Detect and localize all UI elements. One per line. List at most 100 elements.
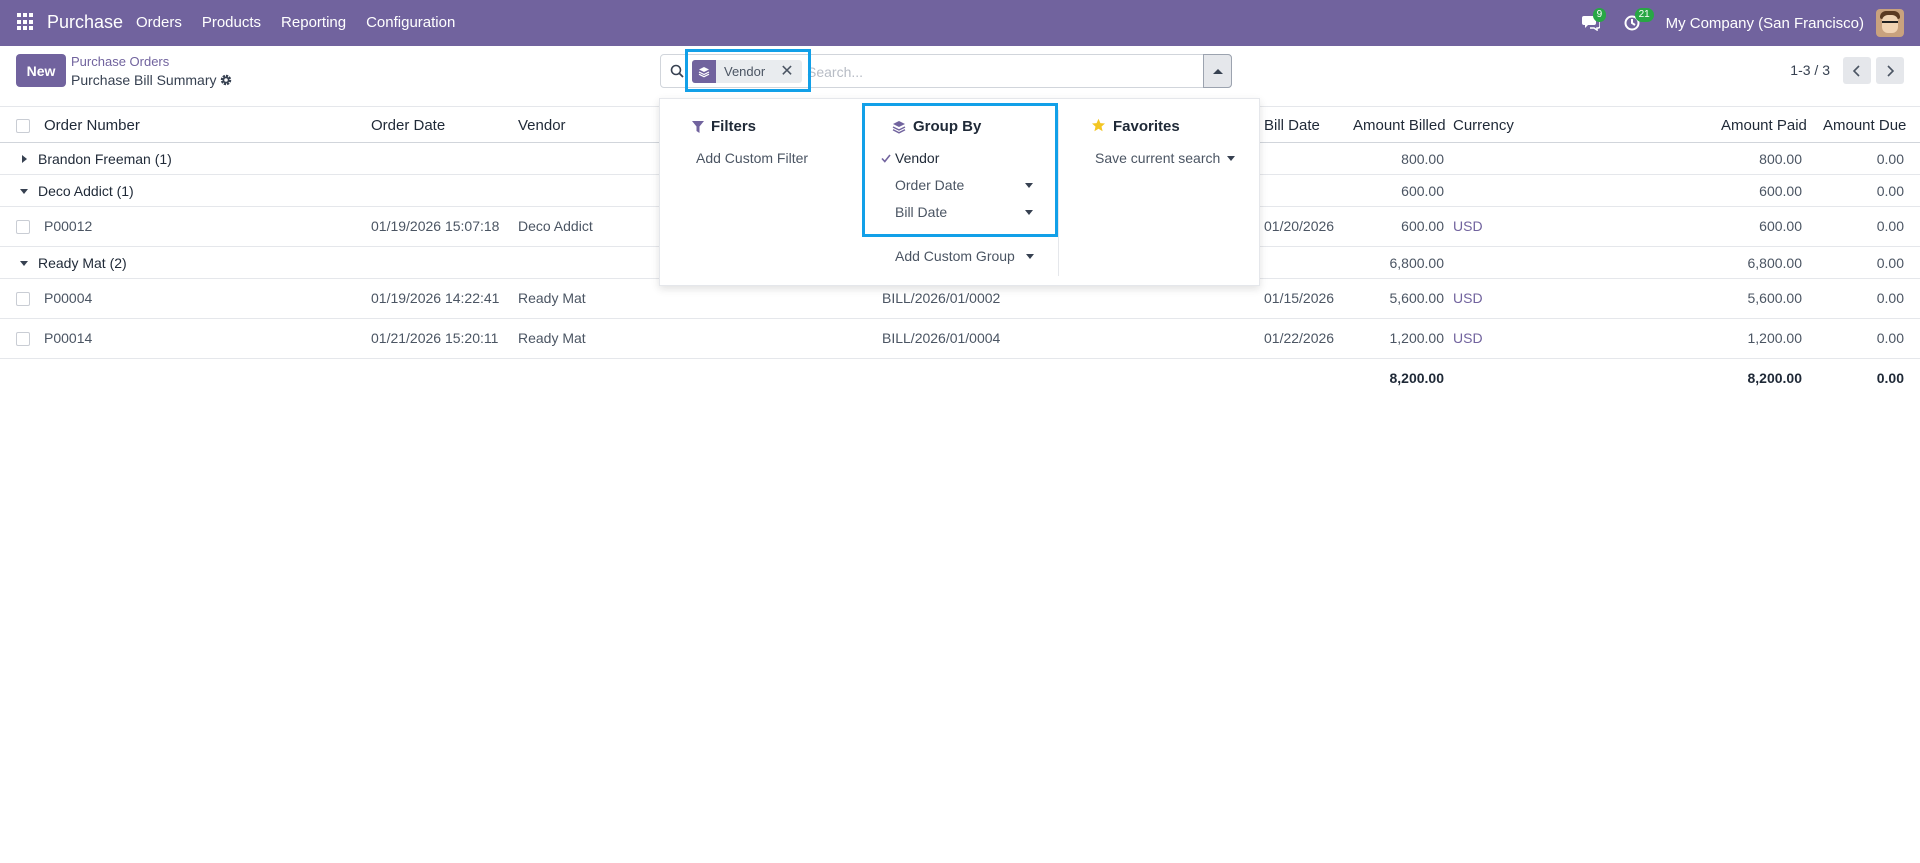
search-bar: Vendor ✕ bbox=[660, 54, 1232, 88]
cell-order-date: 01/19/2026 15:07:18 bbox=[371, 218, 500, 234]
column-amount-due[interactable]: Amount Due bbox=[1823, 117, 1906, 134]
column-order-date[interactable]: Order Date bbox=[371, 117, 445, 134]
cell-vendor: Deco Addict bbox=[518, 218, 593, 234]
row-checkbox[interactable] bbox=[16, 292, 30, 306]
main-menu: Orders Products Reporting Configuration bbox=[136, 14, 455, 31]
group-by-vendor[interactable]: Vendor bbox=[895, 150, 939, 166]
cell-vendor: Ready Mat bbox=[518, 330, 586, 346]
column-order-number[interactable]: Order Number bbox=[44, 117, 140, 134]
group-amount-paid: 6,800.00 bbox=[1747, 255, 1803, 271]
total-amount-billed: 8,200.00 bbox=[1389, 370, 1445, 386]
dropdown-divider bbox=[1058, 110, 1059, 276]
group-amount-due: 0.00 bbox=[1876, 151, 1904, 167]
group-by-order-date[interactable]: Order Date bbox=[895, 177, 964, 193]
column-amount-billed[interactable]: Amount Billed bbox=[1353, 117, 1446, 134]
chevron-down-icon[interactable] bbox=[1026, 254, 1034, 259]
menu-products[interactable]: Products bbox=[202, 14, 261, 31]
group-amount-billed: 6,800.00 bbox=[1389, 255, 1445, 271]
add-custom-filter[interactable]: Add Custom Filter bbox=[696, 150, 808, 166]
cell-bill-reference: BILL/2026/01/0002 bbox=[882, 290, 1001, 306]
column-amount-paid[interactable]: Amount Paid bbox=[1721, 117, 1807, 134]
select-all-checkbox[interactable] bbox=[16, 119, 30, 133]
chevron-down-icon[interactable] bbox=[1025, 210, 1033, 215]
cell-amount-paid: 600.00 bbox=[1759, 218, 1802, 234]
cell-amount-due: 0.00 bbox=[1876, 218, 1904, 234]
cell-amount-paid: 1,200.00 bbox=[1747, 330, 1803, 346]
menu-orders[interactable]: Orders bbox=[136, 14, 182, 31]
facet-label: Vendor bbox=[724, 64, 766, 79]
group-name: Deco Addict (1) bbox=[38, 183, 134, 199]
group-amount-paid: 800.00 bbox=[1759, 151, 1802, 167]
column-bill-date[interactable]: Bill Date bbox=[1264, 117, 1320, 134]
chevron-right-icon bbox=[1887, 64, 1894, 77]
menu-configuration[interactable]: Configuration bbox=[366, 14, 455, 31]
group-amount-due: 0.00 bbox=[1876, 183, 1904, 199]
cell-bill-reference: BILL/2026/01/0004 bbox=[882, 330, 1001, 346]
menu-reporting[interactable]: Reporting bbox=[281, 14, 346, 31]
cell-order-number: P00014 bbox=[44, 330, 93, 346]
new-button[interactable]: New bbox=[16, 54, 66, 87]
cell-bill-date: 01/22/2026 bbox=[1264, 330, 1335, 346]
user-avatar[interactable] bbox=[1876, 9, 1904, 37]
pager-value[interactable]: 1-3 / 3 bbox=[1790, 62, 1830, 78]
apps-grid-icon[interactable] bbox=[17, 13, 35, 31]
cell-order-date: 01/21/2026 15:20:11 bbox=[371, 330, 499, 346]
company-switcher[interactable]: My Company (San Francisco) bbox=[1666, 15, 1864, 32]
group-by-title: Group By bbox=[913, 118, 982, 135]
group-by-bill-date[interactable]: Bill Date bbox=[895, 204, 947, 220]
close-icon[interactable]: ✕ bbox=[780, 63, 793, 80]
activities-button[interactable]: 21 bbox=[1624, 8, 1654, 34]
group-name: Brandon Freeman (1) bbox=[38, 151, 172, 167]
group-amount-paid: 600.00 bbox=[1759, 183, 1802, 199]
cell-order-number: P00012 bbox=[44, 218, 93, 234]
cell-amount-billed: 5,600.00 bbox=[1389, 290, 1445, 306]
cell-bill-date: 01/20/2026 bbox=[1264, 218, 1335, 234]
column-currency[interactable]: Currency bbox=[1453, 117, 1514, 134]
breadcrumb-purchase-orders[interactable]: Purchase Orders bbox=[71, 54, 169, 69]
cell-currency[interactable]: USD bbox=[1453, 330, 1483, 346]
caret-down-icon bbox=[20, 189, 28, 194]
cell-order-number: P00004 bbox=[44, 290, 93, 306]
messages-button[interactable]: 9 bbox=[1581, 8, 1607, 34]
filter-icon bbox=[692, 121, 704, 133]
table-row[interactable]: P00014 01/21/2026 15:20:11 Ready Mat BIL… bbox=[0, 319, 1920, 359]
app-brand[interactable]: Purchase bbox=[47, 12, 123, 33]
page-title: Purchase Bill Summary bbox=[71, 72, 217, 88]
cell-amount-due: 0.00 bbox=[1876, 330, 1904, 346]
search-input[interactable] bbox=[807, 62, 1137, 82]
star-icon bbox=[1092, 118, 1105, 132]
layers-icon bbox=[692, 60, 716, 83]
pager-next-button[interactable] bbox=[1876, 57, 1904, 84]
save-current-search[interactable]: Save current search bbox=[1095, 150, 1220, 166]
gear-icon[interactable] bbox=[219, 73, 233, 87]
pager-previous-button[interactable] bbox=[1843, 57, 1871, 84]
add-custom-group[interactable]: Add Custom Group bbox=[895, 248, 1015, 264]
filters-title: Filters bbox=[711, 118, 757, 135]
systray: 9 21 My Company (San Francisco) bbox=[1581, 0, 1904, 46]
totals-row: 8,200.00 8,200.00 0.00 bbox=[0, 359, 1920, 397]
favorites-title: Favorites bbox=[1113, 118, 1180, 135]
search-panel-dropdown: Filters Add Custom Filter Group By Vendo… bbox=[659, 98, 1260, 286]
search-facet-groupby: Vendor ✕ bbox=[692, 60, 802, 83]
group-name: Ready Mat (2) bbox=[38, 255, 127, 271]
cell-bill-date: 01/15/2026 bbox=[1264, 290, 1335, 306]
row-checkbox[interactable] bbox=[16, 332, 30, 346]
chevron-left-icon bbox=[1853, 64, 1860, 77]
chevron-down-icon[interactable] bbox=[1227, 156, 1235, 161]
activities-badge: 21 bbox=[1634, 8, 1654, 22]
column-vendor[interactable]: Vendor bbox=[518, 117, 566, 134]
cell-currency[interactable]: USD bbox=[1453, 290, 1483, 306]
cell-amount-paid: 5,600.00 bbox=[1747, 290, 1803, 306]
cell-currency[interactable]: USD bbox=[1453, 218, 1483, 234]
chevron-down-icon[interactable] bbox=[1025, 183, 1033, 188]
total-amount-due: 0.00 bbox=[1876, 370, 1904, 386]
row-checkbox[interactable] bbox=[16, 220, 30, 234]
caret-down-icon bbox=[20, 261, 28, 266]
search-panel-toggle[interactable] bbox=[1203, 54, 1232, 88]
layers-icon bbox=[892, 121, 906, 134]
caret-right-icon bbox=[22, 155, 27, 163]
group-amount-billed: 600.00 bbox=[1401, 183, 1444, 199]
total-amount-paid: 8,200.00 bbox=[1747, 370, 1803, 386]
cell-amount-billed: 600.00 bbox=[1401, 218, 1444, 234]
check-icon bbox=[881, 154, 891, 163]
